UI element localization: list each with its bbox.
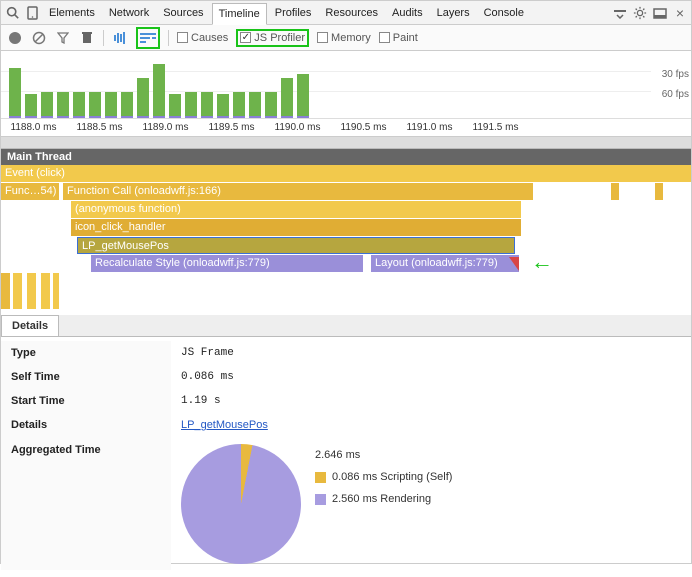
clear-button[interactable]	[31, 30, 47, 46]
fps-60-label: 60 fps	[662, 89, 689, 100]
function-call-bar[interactable]: Function Call (onloadwff.js:166)	[63, 183, 533, 200]
flame-stripes	[1, 273, 691, 309]
drawer-icon[interactable]	[611, 4, 629, 22]
detail-val-self: 0.086 ms	[171, 365, 691, 389]
overview-scrubber[interactable]	[1, 137, 691, 149]
tab-audits[interactable]: Audits	[386, 3, 429, 23]
tab-console[interactable]: Console	[478, 3, 530, 23]
detail-val-start: 1.19 s	[171, 389, 691, 413]
filter-icon[interactable]	[55, 30, 71, 46]
flame-chart[interactable]: Main Thread Event (click) Func…54) Funct…	[1, 149, 691, 309]
device-icon[interactable]	[23, 4, 41, 22]
tick: 1191.0 ms	[397, 119, 463, 136]
aggregated-pie-chart	[181, 444, 301, 564]
annotation-arrow-icon: ←	[531, 249, 553, 275]
causes-checkbox[interactable]: Causes	[177, 32, 228, 44]
paint-checkbox[interactable]: Paint	[379, 32, 418, 44]
overview-chart[interactable]: 30 fps 60 fps 1188.0 ms 1188.5 ms 1189.0…	[1, 51, 691, 137]
fps-30-label: 30 fps	[662, 69, 689, 80]
tick: 1190.0 ms	[265, 119, 331, 136]
tab-layers[interactable]: Layers	[431, 3, 476, 23]
tick: 1191.5 ms	[463, 119, 529, 136]
get-mouse-pos-bar[interactable]: LP_getMousePos	[77, 237, 515, 254]
js-profiler-highlight: JS Profiler	[236, 29, 309, 47]
detail-key-type: Type	[1, 341, 171, 365]
tick: 1189.0 ms	[133, 119, 199, 136]
detail-val-type: JS Frame	[171, 341, 691, 365]
thread-header: Main Thread	[1, 149, 691, 165]
tab-elements[interactable]: Elements	[43, 3, 101, 23]
anon-function-bar[interactable]: (anonymous function)	[71, 201, 521, 218]
layout-bar[interactable]: Layout (onloadwff.js:779)	[371, 255, 519, 272]
causes-label: Causes	[191, 32, 228, 44]
dock-icon[interactable]	[651, 4, 669, 22]
func54-bar[interactable]: Func…54)	[1, 183, 59, 200]
trash-icon[interactable]	[79, 30, 95, 46]
tick: 1188.0 ms	[1, 119, 67, 136]
memory-checkbox[interactable]: Memory	[317, 32, 371, 44]
flame-view-icon-highlight	[136, 27, 160, 49]
paint-label: Paint	[393, 32, 418, 44]
detail-key-start: Start Time	[1, 389, 171, 413]
js-profiler-label: JS Profiler	[254, 32, 305, 44]
js-profiler-checkbox[interactable]: JS Profiler	[240, 32, 305, 44]
tick: 1190.5 ms	[331, 119, 397, 136]
tab-resources[interactable]: Resources	[319, 3, 384, 23]
record-button[interactable]	[7, 30, 23, 46]
tab-network[interactable]: Network	[103, 3, 155, 23]
tick: 1188.5 ms	[67, 119, 133, 136]
tick: 1189.5 ms	[199, 119, 265, 136]
icon-click-handler-bar[interactable]: icon_click_handler	[71, 219, 521, 236]
legend-rendering: 2.560 ms Rendering	[332, 493, 431, 505]
detail-key-self: Self Time	[1, 365, 171, 389]
flame-view-icon[interactable]	[140, 30, 156, 46]
detail-key-details: Details	[1, 413, 171, 438]
tab-sources[interactable]: Sources	[157, 3, 209, 23]
event-click-bar[interactable]: Event (click)	[1, 165, 691, 182]
details-tab[interactable]: Details	[1, 315, 59, 336]
tab-profiles[interactable]: Profiles	[269, 3, 318, 23]
gear-icon[interactable]	[631, 4, 649, 22]
warning-triangle-icon	[509, 257, 519, 271]
tab-timeline[interactable]: Timeline	[212, 3, 267, 25]
memory-label: Memory	[331, 32, 371, 44]
close-icon[interactable]: ×	[671, 4, 689, 22]
time-axis: 1188.0 ms 1188.5 ms 1189.0 ms 1189.5 ms …	[1, 118, 691, 136]
timeline-subbar: Causes JS Profiler Memory Paint	[1, 25, 691, 51]
pie-legend: 2.646 ms 0.086 ms Scripting (Self) 2.560…	[315, 444, 452, 510]
devtools-tabs: Elements Network Sources Timeline Profil…	[1, 1, 691, 25]
detail-key-agg: Aggregated Time	[1, 438, 171, 570]
legend-total: 2.646 ms	[315, 444, 452, 466]
details-panel: TypeJS Frame Self Time0.086 ms Start Tim…	[1, 337, 691, 574]
details-tabstrip: Details	[1, 315, 691, 337]
search-icon[interactable]	[3, 4, 21, 22]
small-bar[interactable]	[655, 183, 663, 200]
recalc-style-bar[interactable]: Recalculate Style (onloadwff.js:779)	[91, 255, 363, 272]
bars-view-icon[interactable]	[112, 30, 128, 46]
small-bar[interactable]	[611, 183, 619, 200]
detail-val-details-link[interactable]: LP_getMousePos	[181, 419, 268, 431]
legend-scripting: 0.086 ms Scripting (Self)	[332, 471, 452, 483]
